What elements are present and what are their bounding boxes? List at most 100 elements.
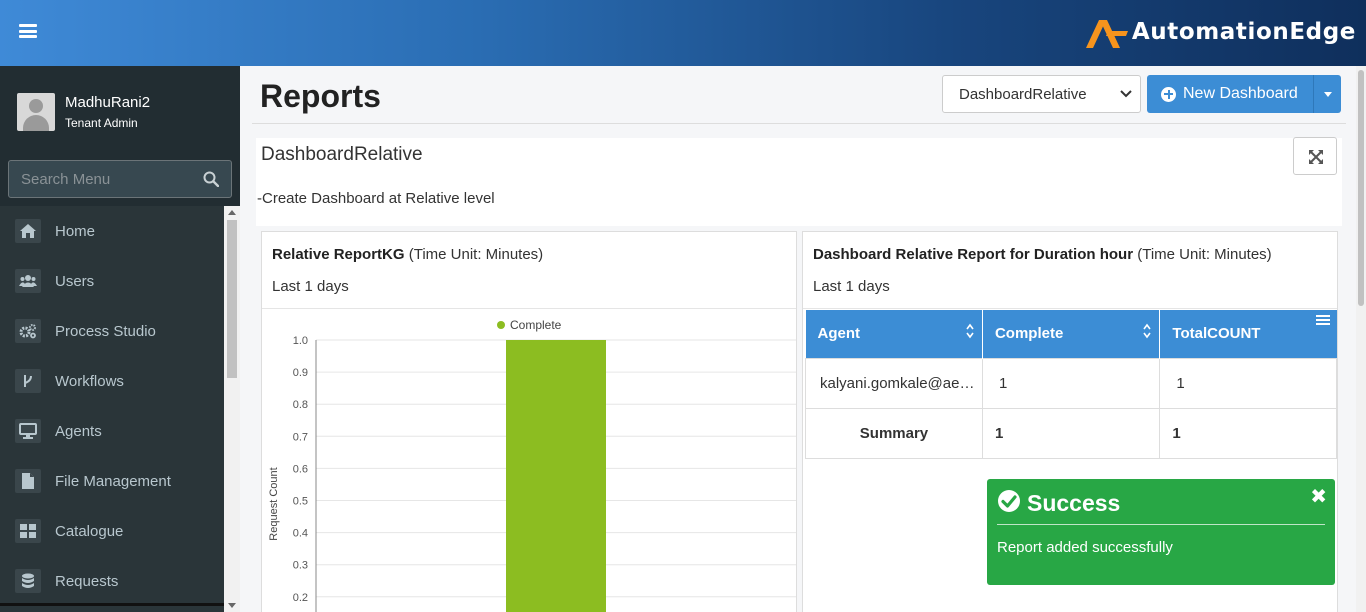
- y-tick-label: 0.5: [293, 496, 308, 508]
- y-tick-label: 1.0: [293, 335, 308, 347]
- sidebar-item-label: Process Studio: [55, 322, 156, 340]
- close-icon[interactable]: ✖: [1310, 484, 1327, 509]
- dashboard-name: DashboardRelative: [261, 144, 423, 165]
- avatar: [17, 93, 55, 131]
- success-toast: Success ✖ Report added successfully: [987, 479, 1335, 585]
- y-tick-label: 0.2: [293, 592, 308, 604]
- table-row: kalyani.gomkale@ae… 1 1: [805, 357, 1337, 409]
- card-title-unit: (Time Unit: Minutes): [404, 246, 544, 263]
- sidebar-item-label: Users: [55, 272, 95, 290]
- sidebar-item-home[interactable]: Home: [0, 206, 224, 256]
- y-tick-label: 0.6: [293, 463, 308, 475]
- sidebar-item-label: Workflows: [55, 372, 124, 390]
- check-circle-icon: [998, 490, 1020, 512]
- new-dashboard-dropdown-button[interactable]: [1313, 75, 1341, 113]
- sidebar-item-workflows[interactable]: Workflows: [0, 356, 224, 406]
- sidebar-item-label: File Management: [55, 472, 171, 490]
- sort-icon[interactable]: [966, 323, 974, 339]
- search-menu: [8, 160, 232, 198]
- page-title: Reports: [260, 78, 381, 114]
- dashboard-description: -Create Dashboard at Relative level: [257, 190, 495, 207]
- cogs-icon: [15, 319, 41, 343]
- y-tick-label: 0.7: [293, 431, 308, 443]
- summary-complete: 1: [981, 407, 1161, 459]
- expand-icon: [1309, 150, 1323, 164]
- divider: [803, 308, 1337, 309]
- plus-circle-icon: [1161, 86, 1176, 102]
- card-title: Relative ReportKG (Time Unit: Minutes): [272, 246, 543, 263]
- table-summary-row: Summary 1 1: [805, 407, 1337, 459]
- page-scrollbar[interactable]: [1356, 66, 1366, 612]
- toast-title: Success: [1027, 490, 1121, 516]
- sidebar-item-label: Catalogue: [55, 522, 124, 540]
- card-title-bold: Relative ReportKG: [272, 246, 405, 263]
- dashboard-select-value: DashboardRelative: [959, 85, 1087, 103]
- sidebar-scrollbar[interactable]: [224, 206, 240, 612]
- dashboard-panel: DashboardRelative -Create Dashboard at R…: [256, 138, 1342, 226]
- table-cell-complete: 1: [981, 357, 1161, 409]
- column-header-agent[interactable]: Agent: [805, 310, 983, 358]
- home-icon: [15, 219, 41, 243]
- card-title-bold: Dashboard Relative Report for Duration h…: [813, 246, 1134, 263]
- top-header: AutomationEdge: [0, 0, 1366, 66]
- column-header-label: Complete: [994, 325, 1064, 343]
- y-tick-label: 0.8: [293, 399, 308, 411]
- column-header-label: Agent: [817, 325, 861, 343]
- column-header-totalcount[interactable]: TotalCOUNT: [1159, 310, 1337, 358]
- table-cell-agent: kalyani.gomkale@ae…: [805, 357, 983, 409]
- new-dashboard-button[interactable]: New Dashboard: [1147, 75, 1313, 113]
- sidebar-item-agents[interactable]: Agents: [0, 406, 224, 456]
- summary-label: Summary: [805, 407, 983, 459]
- legend-label: Complete: [510, 318, 562, 332]
- new-dashboard-label: New Dashboard: [1183, 85, 1298, 102]
- hamburger-menu-icon[interactable]: [19, 24, 37, 38]
- user-name: MadhuRani2: [65, 94, 151, 111]
- user-panel: MadhuRani2 Tenant Admin: [0, 66, 240, 154]
- sidebar-item-file-management[interactable]: File Management: [0, 456, 224, 506]
- file-icon: [15, 469, 41, 493]
- sidebar-item-process-studio[interactable]: Process Studio: [0, 306, 224, 356]
- active-indicator: [0, 603, 224, 606]
- database-icon: [15, 569, 41, 593]
- summary-totalcount: 1: [1159, 407, 1337, 459]
- sidebar-item-requests[interactable]: Requests: [0, 556, 224, 606]
- users-icon: [15, 269, 41, 293]
- column-menu-icon[interactable]: [1315, 314, 1331, 328]
- fullscreen-button[interactable]: [1293, 137, 1337, 175]
- legend-marker: [497, 321, 505, 329]
- brand-name: AutomationEdge: [1131, 19, 1356, 45]
- y-axis-label: Request Count: [268, 467, 280, 540]
- search-menu-input[interactable]: [9, 161, 199, 197]
- search-icon[interactable]: [203, 171, 219, 187]
- sort-icon[interactable]: [1143, 323, 1152, 339]
- scroll-up-icon[interactable]: [228, 210, 236, 215]
- y-tick-label: 0.9: [293, 367, 308, 379]
- column-header-label: TotalCOUNT: [1172, 325, 1261, 343]
- user-role: Tenant Admin: [65, 116, 138, 130]
- automationedge-logo-icon: [1085, 20, 1128, 48]
- card-title-unit: (Time Unit: Minutes): [1133, 246, 1272, 263]
- y-tick-label: 0.3: [293, 560, 308, 572]
- branch-icon: [15, 369, 41, 393]
- grid-icon: [15, 519, 41, 543]
- sidebar-item-label: Agents: [55, 422, 102, 440]
- desktop-icon: [15, 419, 41, 443]
- brand-logo: AutomationEdge: [1084, 12, 1356, 52]
- card-subtitle: Last 1 days: [272, 278, 349, 295]
- sidebar-item-users[interactable]: Users: [0, 256, 224, 306]
- toast-message: Report added successfully: [997, 539, 1173, 556]
- page-scroll-thumb[interactable]: [1358, 70, 1364, 306]
- scroll-down-icon[interactable]: [228, 603, 236, 608]
- scroll-thumb[interactable]: [227, 220, 237, 378]
- report-table: Agent Complete TotalCOUNT kalyani.gomkal: [805, 310, 1337, 459]
- column-header-complete[interactable]: Complete: [982, 310, 1161, 358]
- sidebar-item-label: Requests: [55, 572, 119, 590]
- sidebar-menu: Home Users Process Studio Workflows Agen…: [0, 206, 224, 612]
- card-subtitle: Last 1 days: [813, 278, 890, 295]
- divider: [997, 524, 1325, 525]
- bar-chart: Complete 0.2 0.3 0.4 0.5 0.6 0.7 0.8 0.9 1.0 Reque…: [268, 318, 796, 612]
- table-cell-totalcount: 1: [1159, 357, 1337, 409]
- sidebar-item-label: Home: [55, 222, 96, 240]
- dashboard-select[interactable]: DashboardRelative: [942, 75, 1141, 113]
- sidebar-item-catalogue[interactable]: Catalogue: [0, 506, 224, 556]
